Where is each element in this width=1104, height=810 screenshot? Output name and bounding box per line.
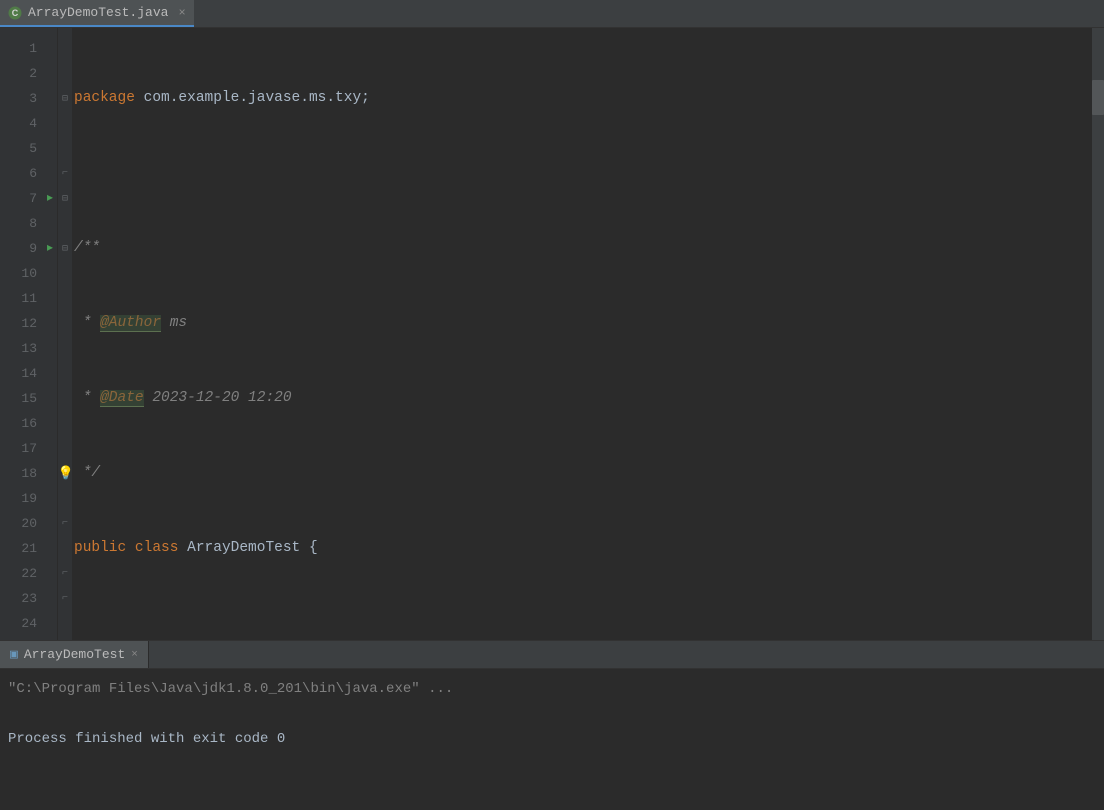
tab-arraydemotest[interactable]: C ArrayDemoTest.java × — [0, 0, 194, 27]
console-tab-bar: ▣ ArrayDemoTest × — [0, 641, 1104, 669]
run-console-panel: ▣ ArrayDemoTest × "C:\Program Files\Java… — [0, 640, 1104, 810]
fold-toggle-icon[interactable]: ⊟💡 — [58, 461, 72, 486]
line-number: 16 — [0, 411, 57, 436]
line-number: 12 — [0, 311, 57, 336]
fold-toggle-icon[interactable]: ⊟ — [58, 186, 72, 211]
close-icon[interactable]: × — [178, 6, 185, 20]
line-number: 9▶ — [0, 236, 57, 261]
line-number: 7▶ — [0, 186, 57, 211]
tab-filename: ArrayDemoTest.java — [28, 5, 168, 20]
line-number: 4 — [0, 111, 57, 136]
line-number: 17 — [0, 436, 57, 461]
console-result-line: Process finished with exit code 0 — [8, 731, 285, 747]
line-number: 21 — [0, 536, 57, 561]
scrollbar-thumb[interactable] — [1092, 80, 1104, 115]
editor-area: 1 2 3 4 5 6 7▶ 8 9▶ 10 11 12 13 14 15 16… — [0, 28, 1104, 640]
close-icon[interactable]: × — [131, 649, 138, 661]
svg-text:C: C — [12, 8, 19, 18]
line-number-gutter: 1 2 3 4 5 6 7▶ 8 9▶ 10 11 12 13 14 15 16… — [0, 28, 58, 640]
line-number: 2 — [0, 61, 57, 86]
line-number: 10 — [0, 261, 57, 286]
console-tab-label: ArrayDemoTest — [24, 647, 125, 662]
line-number: 6 — [0, 161, 57, 186]
line-number: 1 — [0, 36, 57, 61]
fold-toggle-icon[interactable]: ⊟ — [58, 236, 72, 261]
fold-end-icon: ⌐ — [58, 161, 72, 186]
editor-tab-bar: C ArrayDemoTest.java × — [0, 0, 1104, 28]
fold-end-icon: ⌐ — [58, 561, 72, 586]
fold-toggle-icon[interactable]: ⊟ — [58, 86, 72, 111]
fold-end-icon: ⌐ — [58, 511, 72, 536]
console-output[interactable]: "C:\Program Files\Java\jdk1.8.0_201\bin\… — [0, 669, 1104, 810]
line-number: 20 — [0, 511, 57, 536]
line-number: 3 — [0, 86, 57, 111]
line-number: 11 — [0, 286, 57, 311]
run-gutter-icon[interactable]: ▶ — [47, 236, 53, 261]
java-class-icon: C — [8, 6, 22, 20]
line-number: 22 — [0, 561, 57, 586]
console-command-line: "C:\Program Files\Java\jdk1.8.0_201\bin\… — [8, 681, 453, 697]
run-gutter-icon[interactable]: ▶ — [47, 186, 53, 211]
editor-scrollbar[interactable] — [1092, 28, 1104, 640]
fold-column: ⊟ ⌐ ⊟ ⊟ ⊟💡 ⌐ ⌐ ⌐ — [58, 28, 72, 640]
line-number: 18 — [0, 461, 57, 486]
line-number: 24 — [0, 611, 57, 636]
run-config-icon: ▣ — [10, 647, 18, 662]
line-number: 13 — [0, 336, 57, 361]
console-tab-arraydemotest[interactable]: ▣ ArrayDemoTest × — [0, 641, 149, 668]
line-number: 19 — [0, 486, 57, 511]
line-number: 8 — [0, 211, 57, 236]
fold-end-icon: ⌐ — [58, 586, 72, 611]
line-number: 5 — [0, 136, 57, 161]
line-number: 23 — [0, 586, 57, 611]
line-number: 14 — [0, 361, 57, 386]
line-number: 15 — [0, 386, 57, 411]
code-editor[interactable]: package com.example.javase.ms.txy; /** *… — [72, 28, 1104, 640]
